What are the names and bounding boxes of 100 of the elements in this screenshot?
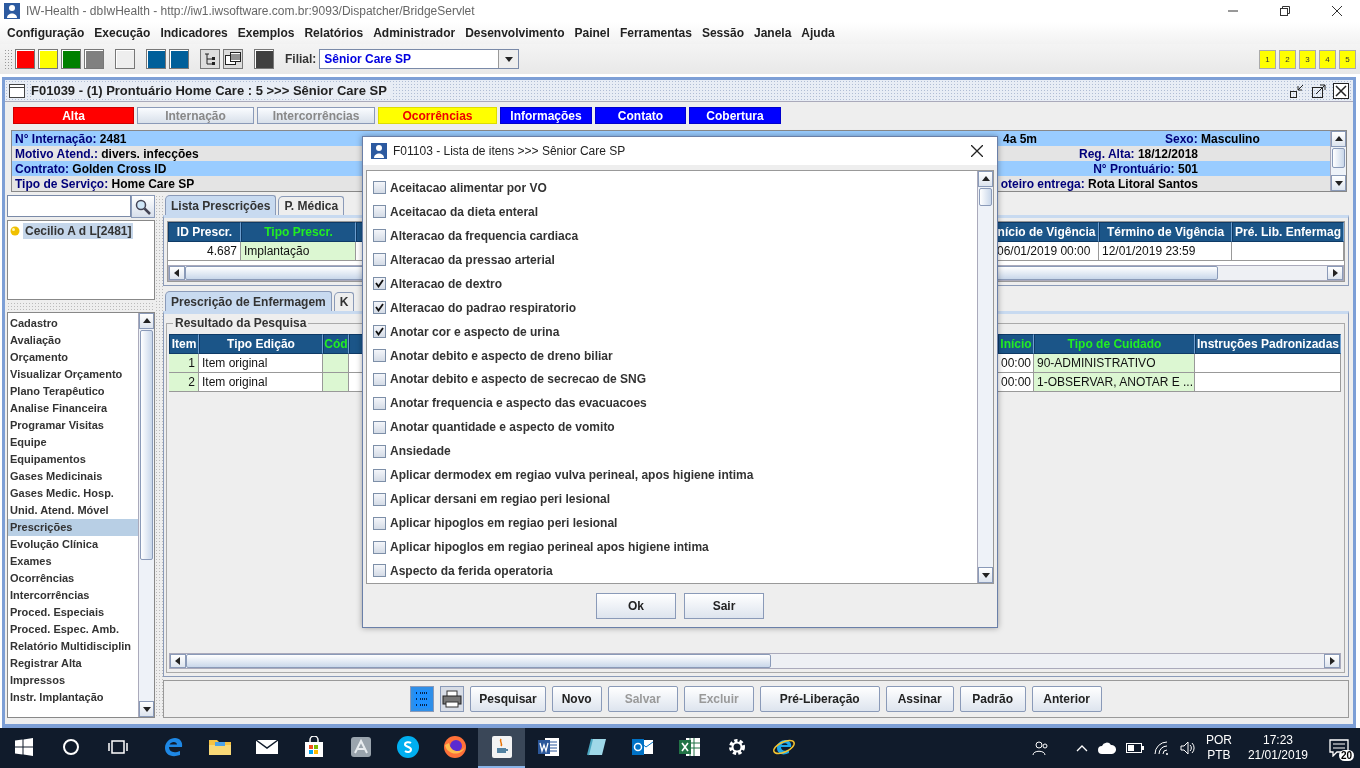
volume-icon[interactable] [1179, 741, 1196, 755]
color-button[interactable] [254, 49, 274, 69]
tab[interactable]: P. Médica [278, 196, 345, 215]
people-icon[interactable] [1031, 740, 1050, 756]
wifi-icon[interactable] [1153, 741, 1170, 755]
nav-item[interactable]: Cadastro [8, 315, 138, 332]
nav-item[interactable]: Plano Terapêutico [8, 383, 138, 400]
nav-item[interactable]: Avaliação [8, 332, 138, 349]
nav-item[interactable]: Impressos [8, 672, 138, 689]
checkbox[interactable] [373, 396, 386, 410]
language-indicator[interactable]: POR PTB [1205, 733, 1232, 763]
checkbox[interactable] [373, 205, 386, 219]
color-button[interactable] [115, 49, 135, 69]
column-header[interactable]: Tipo Edição [199, 334, 323, 354]
menu-item[interactable]: Desenvolvimento [460, 26, 570, 40]
column-header[interactable]: Tipo de Cuidado [1034, 334, 1195, 354]
menu-item[interactable]: Configuração [2, 26, 90, 40]
nav-item[interactable]: Intercorrências [8, 587, 138, 604]
nav-item[interactable]: Gases Medic. Hosp. [8, 485, 138, 502]
nav-item[interactable]: Registrar Alta [8, 655, 138, 672]
tree-item[interactable]: Cecilio A d L[2481] [23, 223, 134, 239]
checkbox[interactable] [373, 372, 386, 386]
nav-item[interactable]: Proced. Especiais [8, 604, 138, 621]
menu-item[interactable]: Janela [748, 26, 797, 40]
page-button[interactable]: 5 [1339, 49, 1356, 69]
nav-item[interactable]: Programar Visitas [8, 417, 138, 434]
action-button[interactable]: Pré-Liberação [759, 686, 880, 712]
nav-item[interactable]: Evolução Clínica [8, 536, 138, 553]
tab[interactable]: Lista Prescrições [165, 195, 277, 215]
column-header[interactable]: Início [998, 334, 1034, 354]
action-button[interactable]: Assinar [885, 686, 954, 712]
dialog-button[interactable]: Sair [684, 592, 764, 619]
menu-item[interactable]: Administrador [368, 26, 461, 40]
page-button[interactable]: 3 [1299, 49, 1316, 69]
checkbox[interactable] [373, 253, 386, 267]
menu-item[interactable]: Ferramentas [614, 26, 697, 40]
nav-item[interactable]: Unid. Atend. Móvel [8, 502, 138, 519]
checkbox[interactable] [373, 349, 386, 363]
close-icon[interactable] [1333, 82, 1349, 99]
checkbox[interactable] [373, 564, 386, 578]
checkbox[interactable] [373, 468, 386, 482]
page-button[interactable]: 4 [1319, 49, 1336, 69]
checkbox[interactable] [373, 420, 386, 434]
column-header[interactable]: Instruções Padronizadas [1195, 334, 1341, 354]
taskbar-button[interactable] [478, 728, 525, 768]
clock[interactable]: 17:23 21/01/2019 [1247, 733, 1308, 763]
action-button[interactable]: Pesquisar [470, 686, 546, 712]
checkbox[interactable] [373, 444, 386, 458]
status-button[interactable]: Alta [13, 107, 134, 124]
checkbox[interactable] [373, 540, 386, 554]
action-button[interactable]: Padrão [959, 686, 1026, 712]
list-button[interactable] [410, 686, 435, 712]
search-field[interactable] [7, 195, 131, 217]
scroll-thumb[interactable] [186, 654, 771, 668]
color-button[interactable] [84, 49, 104, 69]
action-button[interactable]: Anterior [1031, 686, 1102, 712]
tab[interactable]: K [333, 292, 355, 311]
windows-button[interactable] [223, 49, 243, 69]
scrollbar[interactable] [977, 171, 993, 583]
checkbox[interactable] [373, 301, 386, 315]
scroll-thumb[interactable] [140, 330, 153, 560]
status-button[interactable]: Informações [500, 107, 592, 124]
nav-item[interactable]: Proced. Espec. Amb. [8, 621, 138, 638]
tree-button[interactable] [200, 49, 220, 69]
nav-item[interactable]: Exames [8, 553, 138, 570]
color-button[interactable] [146, 49, 166, 69]
page-button[interactable]: 2 [1279, 49, 1296, 69]
nav-item[interactable]: Prescrições [8, 519, 138, 536]
nav-item[interactable]: Analise Financeira [8, 400, 138, 417]
column-header[interactable]: ID Prescr. [168, 222, 241, 242]
chevron-up-icon[interactable] [1075, 744, 1088, 752]
nav-item[interactable]: Orçamento [8, 349, 138, 366]
checkbox[interactable] [373, 229, 386, 243]
column-header[interactable]: Tipo Prescr. [241, 222, 356, 242]
checkbox[interactable] [373, 181, 386, 195]
scrollbar[interactable] [1330, 131, 1346, 191]
scrollbar[interactable] [138, 313, 154, 717]
status-button[interactable]: Cobertura [689, 107, 781, 124]
cloud-icon[interactable] [1097, 742, 1116, 754]
nav-item[interactable]: Equipamentos [8, 451, 138, 468]
nav-item[interactable]: Ocorrências [8, 570, 138, 587]
menu-item[interactable]: Execução [89, 26, 156, 40]
iconify-icon[interactable] [1289, 82, 1305, 99]
color-button[interactable] [15, 49, 35, 69]
menu-item[interactable]: Relatórios [299, 26, 369, 40]
tab[interactable]: Prescrição de Enfermagem [165, 291, 332, 311]
filial-select[interactable]: Sênior Care SP [319, 49, 520, 69]
menu-item[interactable]: Exemplos [232, 26, 300, 40]
color-button[interactable] [169, 49, 189, 69]
menu-item[interactable]: Painel [569, 26, 615, 40]
column-header[interactable]: Pré. Lib. Enfermag [1232, 222, 1344, 242]
checkbox[interactable] [373, 325, 386, 339]
nav-item[interactable]: Equipe [8, 434, 138, 451]
action-button[interactable]: Novo [551, 686, 602, 712]
scrollbar[interactable] [169, 653, 1341, 669]
color-button[interactable] [38, 49, 58, 69]
status-button[interactable]: Contato [595, 107, 686, 124]
nav-item[interactable]: Instr. Implantação [8, 689, 138, 706]
print-button[interactable] [440, 686, 465, 712]
scroll-thumb[interactable] [1332, 148, 1345, 168]
